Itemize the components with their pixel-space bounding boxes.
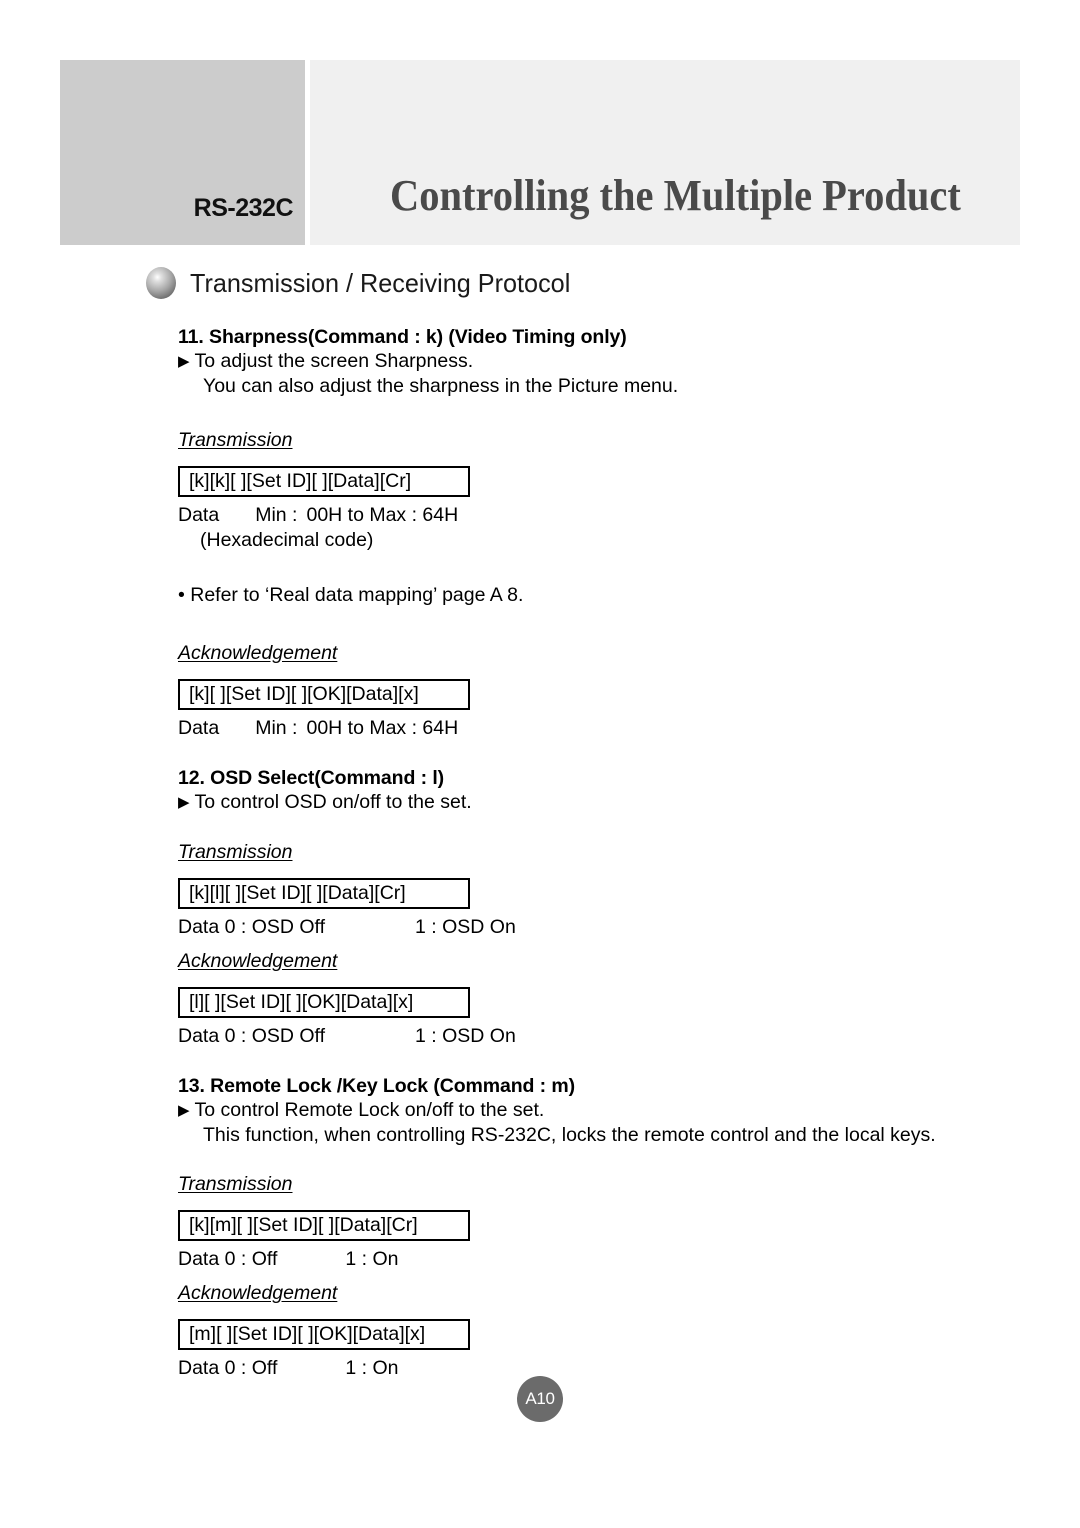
command-title: 12. OSD Select(Command : l) (178, 766, 445, 789)
ack-subheading: Acknowledgement (178, 641, 338, 664)
transmission-data-line: Data Min : 00H to Max : 64H (178, 503, 1038, 528)
transmission-data-line: Data 0 : OSD Off 1 : OSD On (178, 915, 1038, 940)
ack-subheading: Acknowledgement (178, 1282, 338, 1305)
transmission-data-note: (Hexadecimal code) (200, 528, 374, 551)
header-tab-rs232c: RS-232C (60, 60, 305, 245)
transmission-data-label: Data (178, 503, 220, 526)
page-number-badge: A10 (517, 1376, 563, 1422)
ack-data-value: 1 : On (345, 1357, 399, 1380)
transmission-subheading: Transmission (178, 840, 293, 863)
command-bullet-line: ▶ To control Remote Lock on/off to the s… (178, 1098, 1038, 1123)
reference-note: • Refer to ‘Real data mapping’ page A 8. (178, 583, 524, 606)
ack-data-line: Data 0 : OSD Off 1 : OSD On (178, 1024, 1038, 1049)
ack-data-min: Min : (255, 716, 298, 739)
ack-data-label: Data 0 : OSD Off (178, 1024, 326, 1047)
command-continuation-text: This function, when controlling RS-232C,… (203, 1123, 936, 1146)
section-heading-label: Transmission / Receiving Protocol (190, 267, 571, 298)
transmission-subheading: Transmission (178, 428, 293, 451)
command-bullet-line: ▶ To control OSD on/off to the set. (178, 790, 1038, 815)
transmission-subheading-wrap: Transmission (178, 1173, 1038, 1196)
transmission-command-box: [k][m][ ][Set ID][ ][Data][Cr] (178, 1210, 470, 1242)
transmission-data-value: 1 : OSD On (415, 915, 516, 938)
command-title: 13. Remote Lock /Key Lock (Command : m) (178, 1074, 576, 1097)
transmission-data-label: Data 0 : Off (178, 1248, 278, 1271)
ack-data-label: Data 0 : Off (178, 1357, 278, 1380)
ack-command-box: [k][ ][Set ID][ ][OK][Data][x] (178, 678, 470, 710)
sphere-bullet-icon (146, 267, 176, 299)
ack-data-value: 1 : OSD On (415, 1024, 516, 1047)
ack-data-label: Data (178, 716, 220, 739)
section-heading: Transmission / Receiving Protocol (146, 265, 582, 301)
page-title: Controlling the Multiple Product (390, 171, 961, 220)
triangle-bullet-icon: ▶ (178, 1101, 190, 1119)
transmission-subheading-wrap: Transmission (178, 841, 1038, 864)
ack-data-line: Data Min : 00H to Max : 64H (178, 716, 1038, 741)
page-header: RS-232C Controlling the Multiple Product (0, 60, 1080, 245)
command-block-13: 13. Remote Lock /Key Lock (Command : m) … (178, 1075, 1038, 1382)
document-body: 11. Sharpness(Command : k) (Video Timing… (178, 326, 1038, 1381)
header-title-band: Controlling the Multiple Product (310, 60, 1020, 245)
transmission-subheading-wrap: Transmission (178, 429, 1038, 452)
transmission-data-range: 00H to Max : 64H (306, 503, 459, 526)
transmission-command-box: [k][l][ ][Set ID][ ][Data][Cr] (178, 877, 470, 909)
ack-subheading: Acknowledgement (178, 949, 338, 972)
header-tab-label: RS-232C (193, 194, 294, 222)
command-bullet-text: To adjust the screen Sharpness. (194, 350, 474, 372)
command-bullet-text: To control Remote Lock on/off to the set… (194, 1098, 545, 1121)
transmission-data-label: Data 0 : OSD Off (178, 915, 326, 938)
transmission-command-box: [k][k][ ][Set ID][ ][Data][Cr] (178, 465, 470, 497)
transmission-data-value: 1 : On (345, 1248, 399, 1271)
triangle-bullet-icon: ▶ (178, 793, 190, 811)
ack-subheading-wrap: Acknowledgement (178, 642, 1038, 665)
command-block-11: 11. Sharpness(Command : k) (Video Timing… (178, 326, 1038, 741)
ack-subheading-wrap: Acknowledgement (178, 950, 1038, 973)
command-block-12: 12. OSD Select(Command : l) ▶ To control… (178, 767, 1038, 1049)
command-bullet-text: To control OSD on/off to the set. (194, 790, 472, 813)
transmission-subheading: Transmission (178, 1173, 293, 1196)
ack-command-box: [l][ ][Set ID][ ][OK][Data][x] (178, 986, 470, 1018)
triangle-bullet-icon: ▶ (178, 353, 190, 370)
transmission-data-min: Min : (255, 503, 298, 526)
ack-command-box: [m][ ][Set ID][ ][OK][Data][x] (178, 1319, 470, 1351)
command-bullet-line: ▶ To adjust the screen Sharpness. (178, 349, 1038, 374)
command-title: 11. Sharpness(Command : k) (Video Timing… (178, 326, 627, 348)
ack-subheading-wrap: Acknowledgement (178, 1282, 1038, 1305)
ack-data-range: 00H to Max : 64H (306, 716, 459, 739)
ack-data-line: Data 0 : Off 1 : On (178, 1356, 1038, 1381)
transmission-data-line: Data 0 : Off 1 : On (178, 1247, 1038, 1272)
command-continuation-text: You can also adjust the sharpness in the… (203, 374, 679, 397)
